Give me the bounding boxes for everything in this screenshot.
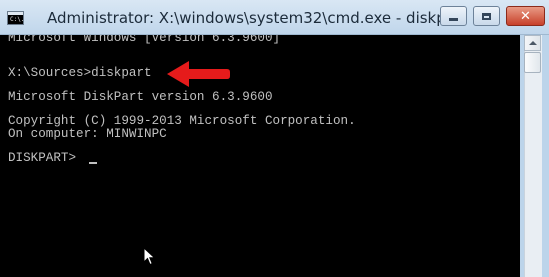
text-cursor <box>89 162 97 164</box>
maximize-icon <box>482 12 491 20</box>
cmd-icon-label: C:\. <box>10 16 25 23</box>
console-line: Copyright (C) 1999-2013 Microsoft Corpor… <box>8 114 356 128</box>
minimize-icon <box>449 17 458 21</box>
console-line: On computer: MINWINPC <box>8 127 167 141</box>
maximize-button[interactable] <box>473 6 500 26</box>
console-line: X:\Sources>diskpart <box>8 66 152 80</box>
console-output[interactable]: Microsoft Windows [Version 6.3.9600] X:\… <box>0 35 520 277</box>
close-button[interactable]: ✕ <box>506 6 545 26</box>
scroll-up-button[interactable] <box>524 35 541 51</box>
cmd-window: C:\. Administrator: X:\windows\system32\… <box>0 0 549 277</box>
window-title: Administrator: X:\windows\system32\cmd.e… <box>47 9 467 27</box>
scroll-thumb[interactable] <box>524 52 541 73</box>
cmd-icon[interactable]: C:\. <box>7 11 24 25</box>
red-arrow-annotation <box>167 61 230 87</box>
console-prompt: DISKPART> <box>8 151 84 165</box>
minimize-button[interactable] <box>440 6 467 26</box>
close-icon: ✕ <box>520 8 531 24</box>
mouse-pointer-icon <box>143 247 156 266</box>
title-bar[interactable]: C:\. Administrator: X:\windows\system32\… <box>0 0 549 35</box>
console-line: Microsoft DiskPart version 6.3.9600 <box>8 90 273 104</box>
console-line: Microsoft Windows [Version 6.3.9600] <box>8 35 281 45</box>
